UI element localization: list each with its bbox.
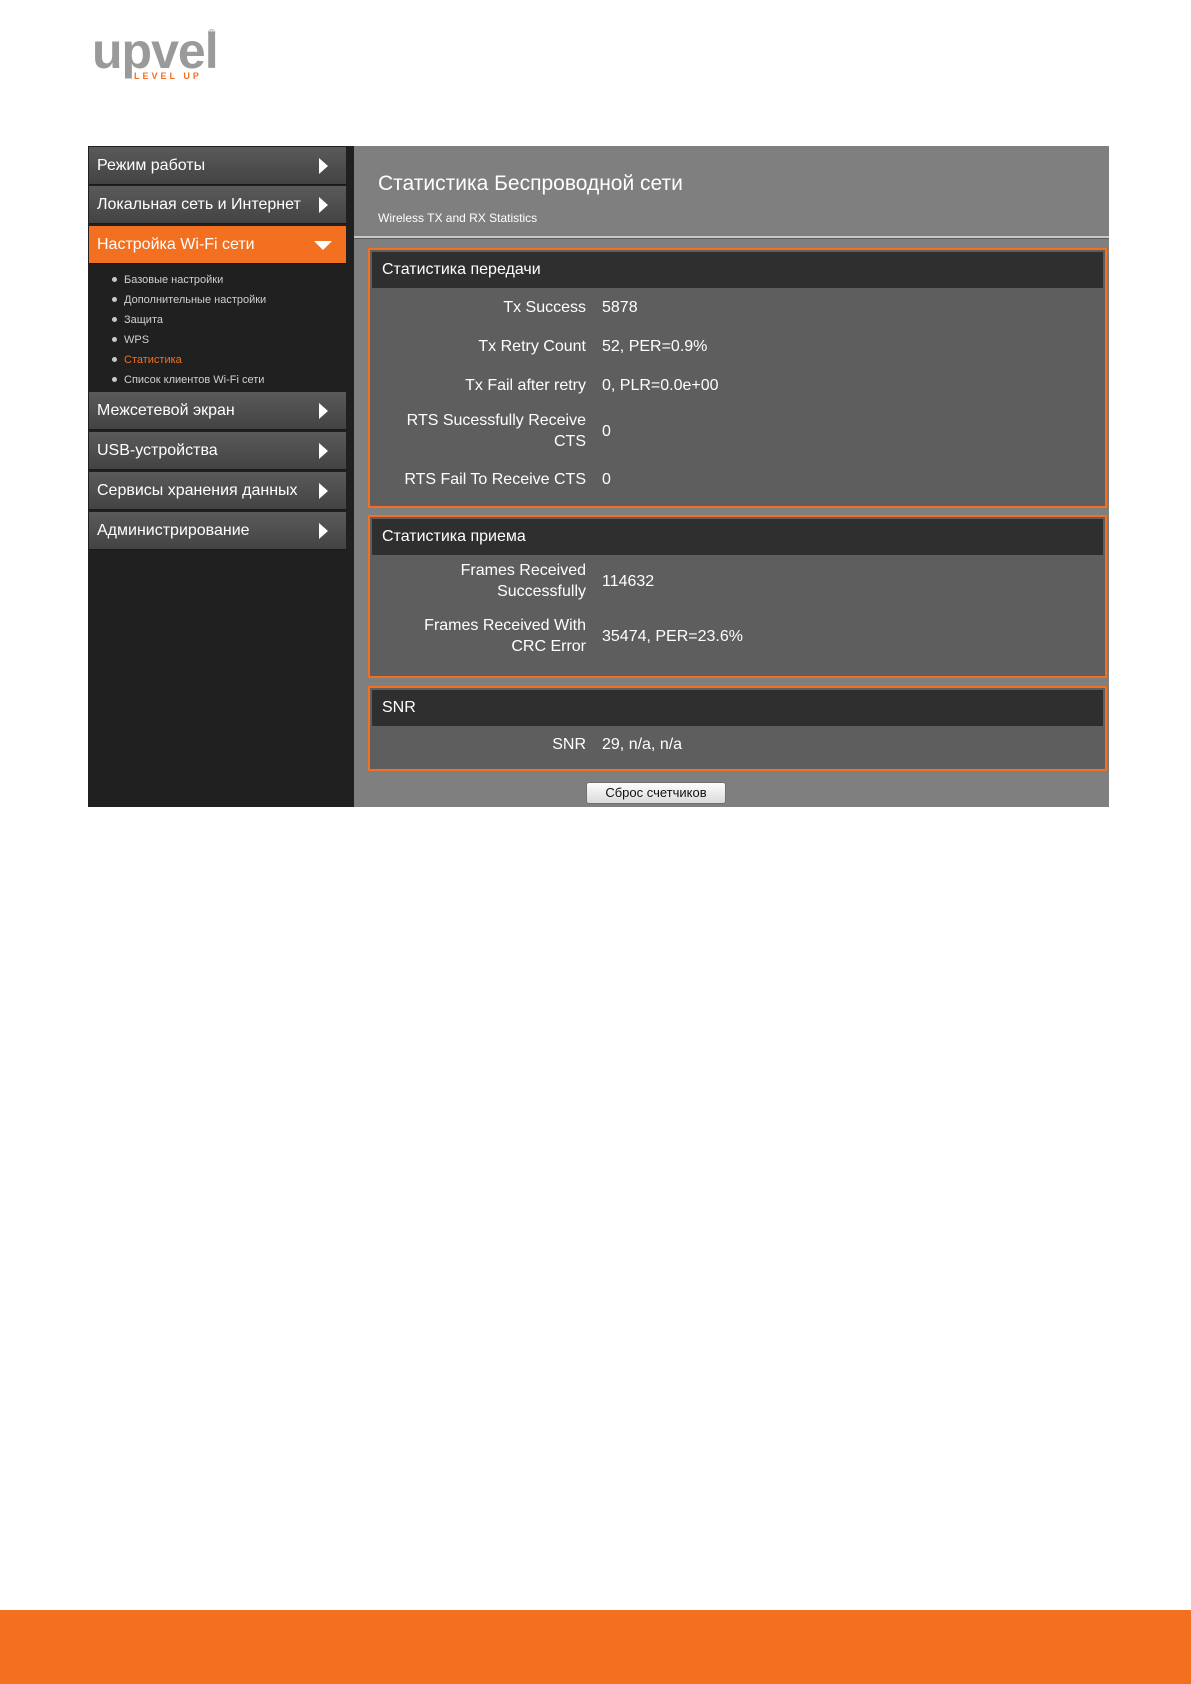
sidebar-item-mode[interactable]: Режим работы: [89, 147, 346, 185]
submenu-item-label: WPS: [124, 334, 150, 346]
logo-registered-mark: ®: [208, 28, 216, 39]
stat-value: 35474, PER=23.6%: [602, 628, 743, 645]
stat-value: 114632: [602, 573, 655, 590]
sidebar-item-lan-internet[interactable]: Локальная сеть и Интернет: [89, 186, 346, 224]
bullet-icon: [112, 297, 117, 302]
snr-panel: SNR SNR 29, n/a, n/a: [368, 686, 1107, 771]
panel-heading: Статистика передачи: [372, 252, 1103, 288]
chevron-right-icon: [319, 197, 328, 213]
stat-row: Tx Retry Count 52, PER=0.9%: [370, 327, 1105, 366]
stat-label-line: RTS Sucessfully Receive: [406, 412, 586, 429]
wifi-submenu: Базовые настройки Дополнительные настрой…: [88, 270, 346, 390]
submenu-item-label: Список клиентов Wi-Fi сети: [124, 374, 265, 386]
page-subtitle: Wireless TX and RX Statistics: [378, 211, 538, 225]
title-divider: [354, 236, 1109, 239]
stat-row: RTS Fail To Receive CTS 0: [370, 465, 1105, 504]
bullet-icon: [112, 277, 117, 282]
panel-heading: SNR: [372, 690, 1103, 726]
sidebar-item-label: Межсетевой экран: [97, 402, 235, 419]
stat-value: 5878: [602, 299, 638, 316]
stat-label: Tx Success: [503, 299, 586, 316]
stat-row: Frames Received Successfully 114632: [370, 555, 1105, 615]
bullet-icon: [112, 377, 117, 382]
sidebar-item-storage-services[interactable]: Сервисы хранения данных: [89, 472, 346, 510]
sidebar-item-firewall[interactable]: Межсетевой экран: [89, 392, 346, 430]
submenu-item-client-list[interactable]: Список клиентов Wi-Fi сети: [88, 370, 346, 390]
stat-row: Tx Success 5878: [370, 288, 1105, 327]
sidebar-item-label: Сервисы хранения данных: [97, 482, 298, 499]
stat-value: 0, PLR=0.0e+00: [602, 377, 719, 394]
stat-row: Frames Received With CRC Error 35474, PE…: [370, 615, 1105, 675]
submenu-item-label: Базовые настройки: [124, 274, 224, 286]
sidebar-item-label: Локальная сеть и Интернет: [97, 196, 301, 213]
stat-label: Frames Received With CRC Error: [424, 615, 586, 657]
stat-value: 29, n/a, n/a: [602, 736, 683, 753]
submenu-item-label: Дополнительные настройки: [124, 294, 267, 306]
logo-wordmark: upvel: [92, 23, 219, 79]
stat-value: 52, PER=0.9%: [602, 338, 708, 355]
stat-row: SNR 29, n/a, n/a: [370, 726, 1105, 766]
chevron-down-icon: [314, 241, 332, 250]
upvel-logo: upvel ® LEVEL UP: [92, 26, 232, 84]
reset-counters-button[interactable]: Сброс счетчиков: [586, 782, 726, 804]
submenu-item-label: Статистика: [124, 354, 182, 366]
sidebar-item-label: Администрирование: [97, 522, 250, 539]
sidebar-item-usb-devices[interactable]: USB-устройства: [89, 432, 346, 470]
stat-label: Tx Retry Count: [478, 338, 586, 355]
submenu-item-advanced[interactable]: Дополнительные настройки: [88, 290, 346, 310]
chevron-right-icon: [319, 483, 328, 499]
router-ui-screenshot: Режим работы Локальная сеть и Интернет Н…: [88, 146, 1109, 807]
submenu-item-security[interactable]: Защита: [88, 310, 346, 330]
submenu-item-statistics[interactable]: Статистика: [88, 350, 346, 370]
tx-statistics-panel: Статистика передачи Tx Success 5878 Tx R…: [368, 248, 1107, 508]
sidebar-item-label: USB-устройства: [97, 442, 218, 459]
sidebar-item-administration[interactable]: Администрирование: [89, 512, 346, 550]
stat-row: Tx Fail after retry 0, PLR=0.0e+00: [370, 366, 1105, 405]
main-content: Статистика Беспроводной сети Wireless TX…: [354, 146, 1109, 807]
chevron-right-icon: [319, 443, 328, 459]
chevron-right-icon: [319, 523, 328, 539]
panel-heading: Статистика приема: [372, 519, 1103, 555]
submenu-item-basic[interactable]: Базовые настройки: [88, 270, 346, 290]
stat-label: Frames Received Successfully: [461, 560, 586, 602]
logo-tagline: LEVEL UP: [134, 71, 202, 81]
stat-value: 0: [602, 423, 611, 440]
sidebar-item-wifi-settings[interactable]: Настройка Wi-Fi сети: [89, 226, 346, 264]
stat-label: RTS Sucessfully Receive CTS: [407, 410, 586, 452]
page-title: Статистика Беспроводной сети: [378, 172, 683, 195]
stat-label-line: Frames Received With: [424, 617, 586, 634]
footer-band: [0, 1610, 1191, 1684]
stat-label-line: CRC Error: [511, 638, 586, 655]
stat-label: SNR: [552, 736, 586, 753]
stat-label: RTS Fail To Receive CTS: [404, 471, 586, 488]
sidebar-nav: Режим работы Локальная сеть и Интернет Н…: [88, 146, 348, 807]
submenu-item-wps[interactable]: WPS: [88, 330, 346, 350]
stat-value: 0: [602, 471, 611, 488]
rx-statistics-panel: Статистика приема Frames Received Succes…: [368, 515, 1107, 678]
sidebar-item-label: Режим работы: [97, 157, 206, 174]
bullet-icon: [112, 337, 117, 342]
sidebar-item-label: Настройка Wi-Fi сети: [97, 236, 255, 253]
stat-label-line: Frames Received: [460, 562, 586, 579]
submenu-item-label: Защита: [124, 314, 163, 326]
stat-label-line: CTS: [554, 433, 586, 450]
bullet-icon: [112, 317, 117, 322]
chevron-right-icon: [319, 158, 328, 174]
chevron-right-icon: [319, 403, 328, 419]
stat-label-line: Successfully: [497, 583, 586, 600]
bullet-icon: [112, 357, 117, 362]
stat-row: RTS Sucessfully Receive CTS 0: [370, 405, 1105, 465]
stat-label: Tx Fail after retry: [465, 377, 586, 394]
